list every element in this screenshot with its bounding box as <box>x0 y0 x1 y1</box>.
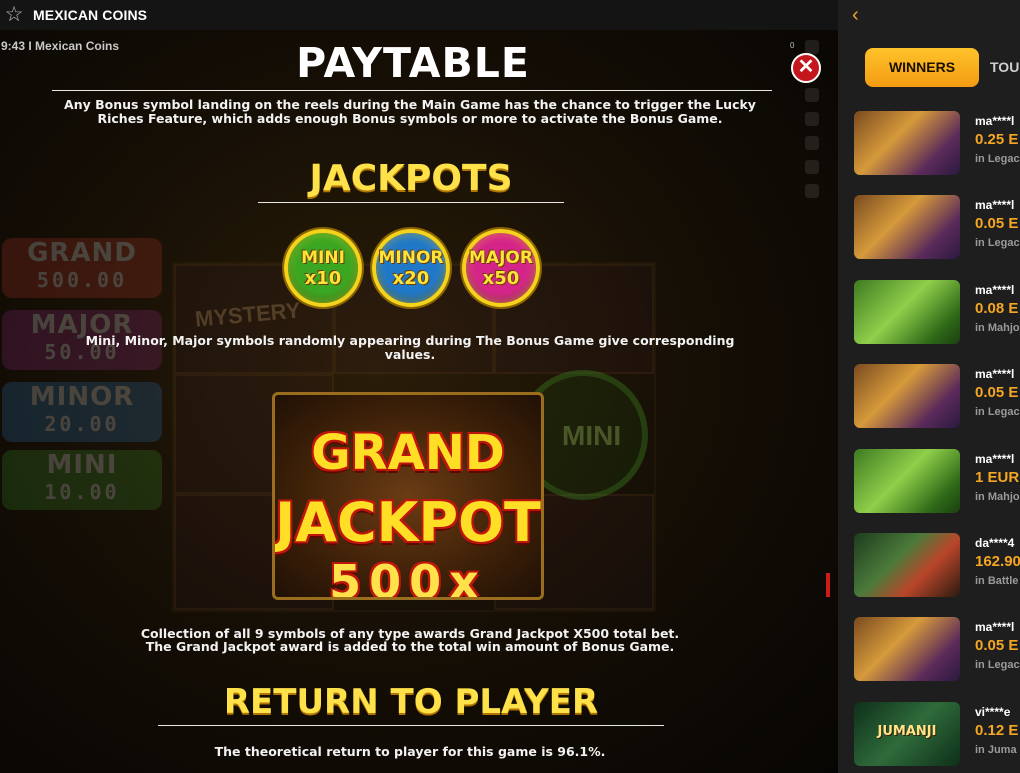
top-bar: ☆ MEXICAN COINS <box>0 0 838 30</box>
game-thumbnail[interactable] <box>854 280 960 344</box>
winner-game: in Legac <box>975 406 1020 418</box>
chevron-left-icon[interactable]: ‹ <box>852 4 859 27</box>
game-name: MEXICAN COINS <box>33 7 148 23</box>
coin-multiplier: x10 <box>304 268 342 289</box>
menu-icon[interactable] <box>805 88 819 102</box>
winner-game: in Mahjo <box>975 322 1020 334</box>
grand-jackpot-symbol: GRAND JACKPOT 500x <box>272 392 544 600</box>
winner-amount: 162.90 <box>975 553 1020 570</box>
background-jackpot-name: MINI <box>46 450 118 480</box>
coins-description: Mini, Minor, Major symbols randomly appe… <box>85 333 735 362</box>
game-thumbnail[interactable] <box>854 111 960 175</box>
background-jackpot-value: 500.00 <box>36 268 128 292</box>
gear-icon[interactable] <box>805 184 819 198</box>
game-thumbnail[interactable] <box>854 449 960 513</box>
game-area[interactable]: 9:43 I Mexican Coins GRAND 500.00 MAJOR 50.… <box>0 30 838 773</box>
winner-user: ma****l <box>975 283 1015 297</box>
winner-user: ma****l <box>975 114 1015 128</box>
fullscreen-icon[interactable] <box>805 160 819 174</box>
game-thumbnail[interactable] <box>854 617 960 681</box>
winner-item[interactable]: ma****l 0.05 E in Legac <box>854 364 1020 428</box>
winner-game: in Mahjo <box>975 491 1020 503</box>
winner-amount: 0.05 E <box>975 637 1019 654</box>
winner-item[interactable]: ma****l 0.05 E in Legac <box>854 617 1020 681</box>
background-jackpot: GRAND 500.00 <box>2 238 162 298</box>
background-jackpot-value: 10.00 <box>44 480 120 504</box>
rtp-divider <box>158 725 664 726</box>
winner-game: in Legac <box>975 659 1020 671</box>
winner-item[interactable]: ma****l 0.05 E in Legac <box>854 195 1020 259</box>
winner-item[interactable]: JUMANJI vi****e 0.12 E in Juma <box>854 702 1020 766</box>
winner-game: in Battle <box>975 575 1019 587</box>
winner-game: in Legac <box>975 153 1020 165</box>
jackpot-coin-minor: MINOR x20 <box>372 229 450 307</box>
winner-amount: 0.08 E <box>975 300 1019 317</box>
winner-game: in Legac <box>975 237 1020 249</box>
grand-description-2: The Grand Jackpot award is added to the … <box>145 639 675 654</box>
close-icon[interactable]: ✕ <box>791 53 821 83</box>
winner-user: vi****e <box>975 705 1011 719</box>
winner-amount: 0.25 E <box>975 131 1019 148</box>
winner-amount: 1 EUR <box>975 469 1020 486</box>
thumbnail-label: JUMANJI <box>877 724 937 739</box>
grand-line-1: GRAND <box>311 425 505 481</box>
winner-item[interactable]: ma****l 0.25 E in Legac <box>854 111 1020 175</box>
jackpots-title: JACKPOTS <box>309 158 513 199</box>
star-outline-icon[interactable]: ☆ <box>3 4 25 26</box>
history-icon[interactable] <box>805 136 819 150</box>
winner-user: ma****l <box>975 198 1015 212</box>
background-jackpot-value: 20.00 <box>44 412 120 436</box>
winner-game: in Juma <box>975 744 1017 756</box>
jackpot-coin-major: MAJOR x50 <box>462 229 540 307</box>
game-thumbnail[interactable] <box>854 533 960 597</box>
coin-name: MINOR <box>378 248 444 268</box>
game-thumbnail[interactable]: JUMANJI <box>854 702 960 766</box>
winner-item[interactable]: ma****l 1 EUR in Mahjo <box>854 449 1020 513</box>
tab-tournaments[interactable]: TOU <box>990 48 1019 87</box>
winner-amount: 0.12 E <box>975 722 1019 739</box>
winner-user: ma****l <box>975 367 1015 381</box>
winner-user: da****4 <box>975 536 1015 550</box>
winner-item[interactable]: da****4 162.90 in Battle <box>854 533 1020 597</box>
winner-user: ma****l <box>975 452 1015 466</box>
coin-name: MINI <box>301 248 345 268</box>
winner-amount: 0.05 E <box>975 384 1019 401</box>
rtp-title: RETURN TO PLAYER <box>223 682 599 722</box>
paytable-title: PAYTABLE <box>296 39 530 87</box>
background-jackpot-name: MINOR <box>29 382 135 412</box>
winner-user: ma****l <box>975 620 1015 634</box>
background-jackpot-name: GRAND <box>27 238 137 268</box>
scroll-marker[interactable] <box>826 573 830 597</box>
title-divider <box>52 90 772 91</box>
grand-line-3: 500x <box>329 555 487 600</box>
background-jackpot: MINI 10.00 <box>2 450 162 510</box>
coin-multiplier: x50 <box>482 268 520 289</box>
tab-winners[interactable]: WINNERS <box>865 48 979 87</box>
background-jackpot: MINOR 20.00 <box>2 382 162 442</box>
game-thumbnail[interactable] <box>854 364 960 428</box>
info-icon[interactable] <box>805 112 819 126</box>
game-thumbnail[interactable] <box>854 195 960 259</box>
winner-amount: 0.05 E <box>975 215 1019 232</box>
jackpots-divider <box>258 202 564 203</box>
bonus-description: Any Bonus symbol landing on the reels du… <box>64 97 756 126</box>
grand-line-2: JACKPOT <box>275 491 541 554</box>
jackpot-coin-mini: MINI x10 <box>284 229 362 307</box>
winners-panel: ‹ WINNERS TOU ma****l 0.25 Ein Legac ma***… <box>838 0 1020 773</box>
coin-name: MAJOR <box>469 248 533 268</box>
coin-multiplier: x20 <box>392 268 430 289</box>
background-mini-label: MINI <box>562 420 622 451</box>
winner-item[interactable]: ma****l 0.08 E in Mahjo <box>854 280 1020 344</box>
rtp-description: The theoretical return to player for thi… <box>214 744 606 759</box>
